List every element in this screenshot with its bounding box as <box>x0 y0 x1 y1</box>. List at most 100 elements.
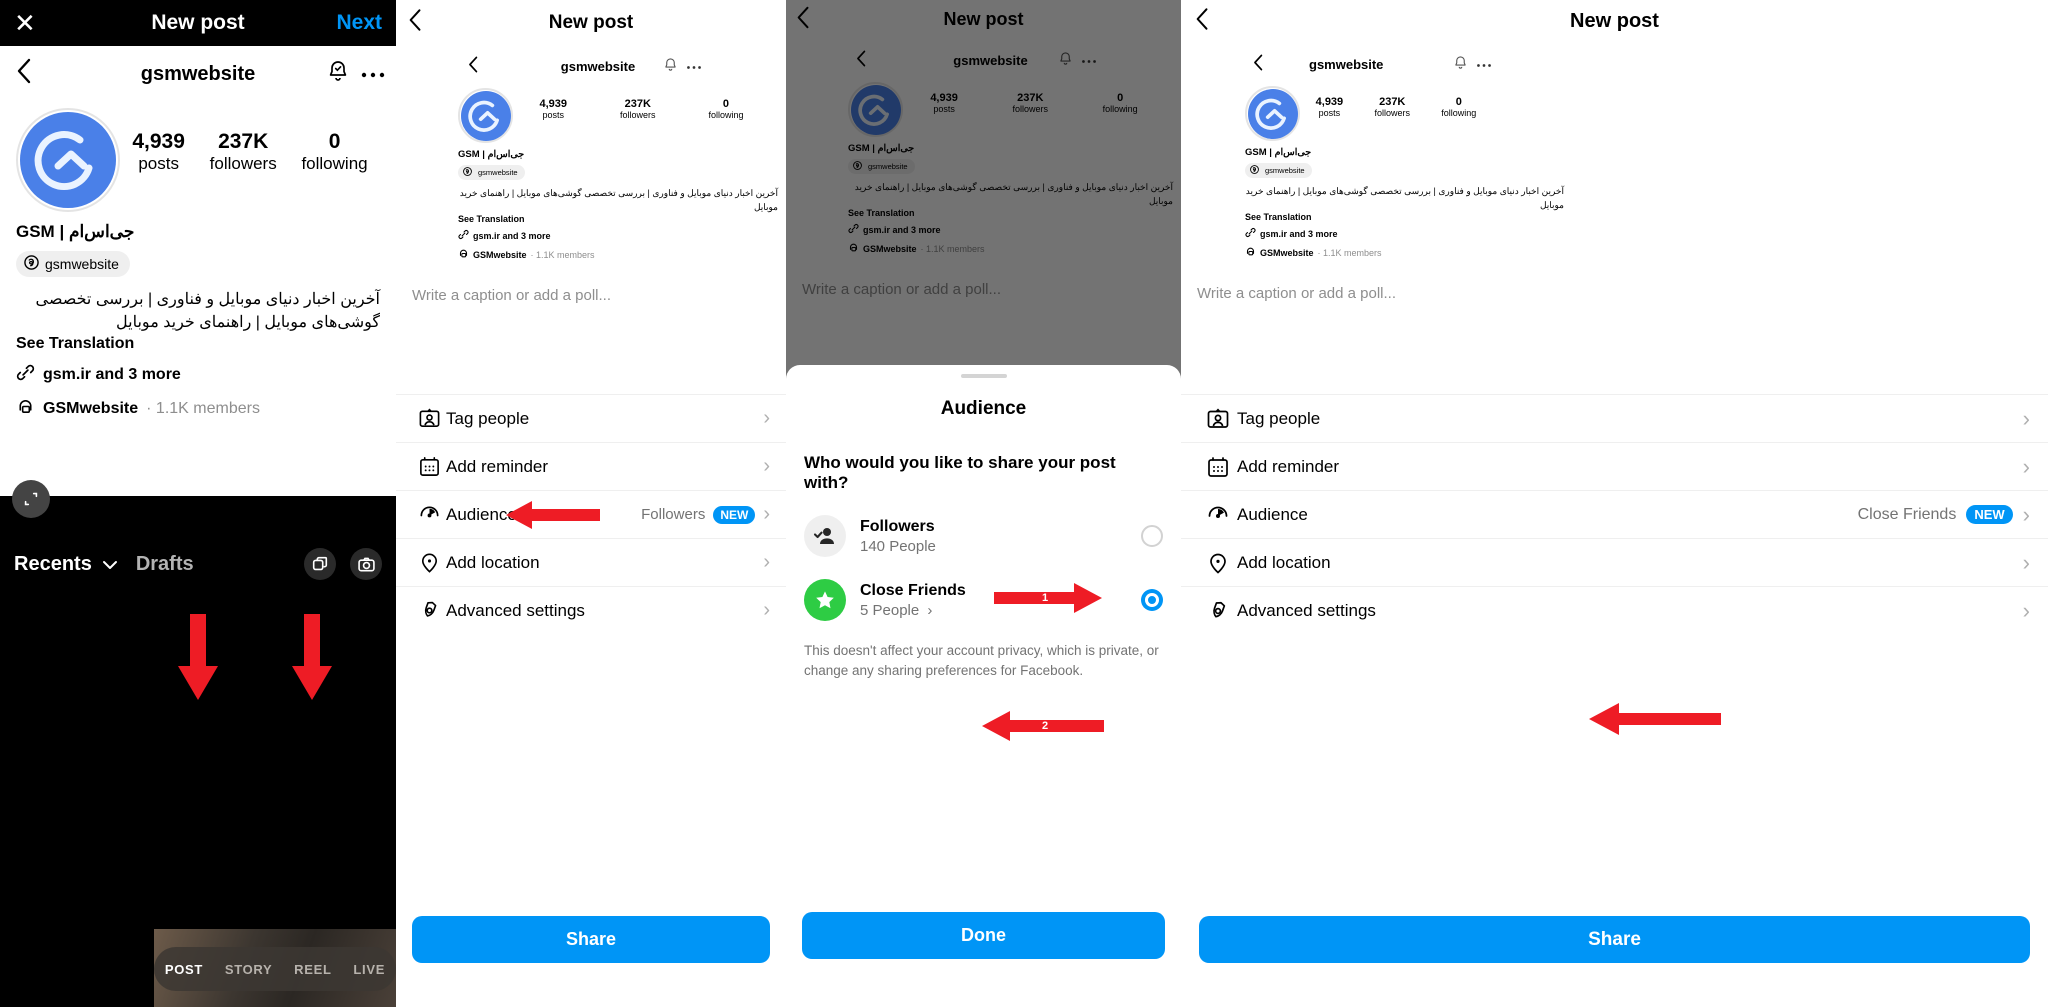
option-label: Add reminder <box>446 456 549 476</box>
channel-members: · 1.1K members <box>530 249 595 260</box>
caption-input[interactable]: Write a caption or add a poll... <box>1181 259 2048 302</box>
broadcast-channel-row[interactable]: GSMwebsite · 1.1K members <box>1245 246 1564 259</box>
profile-header-icons <box>326 59 386 89</box>
notification-bell-icon[interactable] <box>663 57 678 75</box>
sheet-drag-handle[interactable] <box>960 374 1007 378</box>
capture-mode-switcher[interactable]: POST STORY REEL LIVE <box>154 947 396 991</box>
annotation-arrow-down-reel <box>292 614 332 700</box>
stat-posts[interactable]: 4,939 posts <box>1316 96 1344 118</box>
followers-icon <box>804 515 846 557</box>
camera-icon[interactable] <box>350 548 382 580</box>
option-tag-people[interactable]: Tag people › <box>1181 394 2048 442</box>
expand-crop-icon[interactable] <box>12 480 50 518</box>
done-button[interactable]: Done <box>802 912 1165 959</box>
back-chevron-icon[interactable] <box>468 55 479 77</box>
share-button[interactable]: Share <box>1199 916 2030 963</box>
mode-reel[interactable]: REEL <box>294 962 331 977</box>
see-translation-link[interactable]: See Translation <box>458 214 778 224</box>
back-chevron-icon[interactable] <box>1195 5 1210 38</box>
camera-roll-actions <box>304 548 382 580</box>
chevron-right-icon: › <box>2022 405 2030 431</box>
stat-following[interactable]: 0 following <box>301 130 367 174</box>
audience-option-close-friends[interactable]: Close Friends 5 People › <box>786 557 1181 621</box>
option-tag-people[interactable]: Tag people › <box>396 394 786 442</box>
mode-post[interactable]: POST <box>165 962 203 977</box>
chevron-down-icon[interactable] <box>102 553 118 576</box>
audience-option-followers[interactable]: Followers 140 People <box>786 493 1181 557</box>
more-options-icon[interactable] <box>1476 57 1492 72</box>
sheet-question: Who would you like to share your post wi… <box>804 453 1116 492</box>
option-audience[interactable]: Audience Followers NEW › <box>396 490 786 538</box>
close-icon[interactable]: ✕ <box>14 10 36 36</box>
share-button[interactable]: Share <box>412 916 770 963</box>
threads-badge[interactable]: gsmwebsite <box>16 251 130 277</box>
option-value: Followers <box>641 506 706 523</box>
profile-links[interactable]: gsm.ir and 3 more <box>1245 227 1564 240</box>
radio-followers[interactable] <box>1141 525 1163 547</box>
stat-posts[interactable]: 4,939 posts <box>539 98 567 120</box>
next-button[interactable]: Next <box>336 11 382 35</box>
stat-following[interactable]: 0 following <box>708 98 743 120</box>
see-translation-link[interactable]: See Translation <box>1245 212 1564 222</box>
chevron-right-icon[interactable]: › <box>927 602 932 619</box>
threads-badge[interactable]: gsmwebsite <box>1245 163 1312 178</box>
option-label: Tag people <box>446 408 530 428</box>
option-add-reminder[interactable]: Add reminder › <box>396 442 786 490</box>
option-advanced-settings[interactable]: Advanced settings › <box>1181 586 2048 634</box>
option-advanced-settings[interactable]: Advanced settings › <box>396 586 786 634</box>
option-add-location[interactable]: Add location › <box>396 538 786 586</box>
threads-icon <box>463 167 472 178</box>
profile-username: gsmwebsite <box>560 58 636 74</box>
chevron-right-icon: › <box>763 551 770 573</box>
back-chevron-icon[interactable] <box>408 7 423 39</box>
tag-people-icon <box>1199 407 1237 431</box>
profile-header: gsmwebsite <box>0 46 396 102</box>
avatar[interactable] <box>458 88 513 143</box>
broadcast-channel-row[interactable]: GSMwebsite · 1.1K members <box>458 248 778 261</box>
avatar[interactable] <box>1245 86 1300 141</box>
mode-story[interactable]: STORY <box>225 962 273 977</box>
avatar[interactable] <box>16 108 120 212</box>
threads-badge[interactable]: gsmwebsite <box>458 165 525 180</box>
location-pin-icon <box>1199 551 1237 575</box>
radio-close-friends[interactable] <box>1141 589 1163 611</box>
audience-icon <box>412 503 446 526</box>
profile-links[interactable]: gsm.ir and 3 more <box>16 363 380 387</box>
profile-header-icons <box>1453 55 1492 73</box>
stat-followers[interactable]: 237K followers <box>620 98 656 120</box>
more-options-icon[interactable] <box>360 63 386 86</box>
annotation-step-2: 2 <box>1042 720 1049 732</box>
screenshot-strip: ✕ New post Next gsmwebsite 4,939 posts 2… <box>0 0 2048 1007</box>
drafts-label[interactable]: Drafts <box>136 553 194 576</box>
profile-header: gsmwebsite <box>1181 44 2048 84</box>
profile-stats-row: 4,939 posts 237K followers 0 following <box>0 102 396 212</box>
back-chevron-icon[interactable] <box>1253 53 1264 75</box>
link-icon <box>1245 227 1256 240</box>
audience-bottom-sheet: Audience Who would you like to share you… <box>786 365 1181 1007</box>
option-add-reminder[interactable]: Add reminder › <box>1181 442 2048 490</box>
stat-followers[interactable]: 237K followers <box>1374 96 1410 118</box>
mode-live[interactable]: LIVE <box>353 962 385 977</box>
stat-following[interactable]: 0 following <box>1441 96 1476 118</box>
chevron-right-icon: › <box>2022 597 2030 623</box>
chevron-right-icon: › <box>2022 549 2030 575</box>
profile-links[interactable]: gsm.ir and 3 more <box>458 229 778 242</box>
stat-followers[interactable]: 237K followers <box>210 130 277 174</box>
caption-input[interactable]: Write a caption or add a poll... <box>396 261 786 304</box>
option-audience[interactable]: Audience Close Friends NEW › <box>1181 490 2048 538</box>
location-pin-icon <box>412 551 446 574</box>
panel-new-post-gallery: ✕ New post Next gsmwebsite 4,939 posts 2… <box>0 0 396 1007</box>
notification-bell-icon[interactable] <box>326 59 350 89</box>
broadcast-channel-row[interactable]: GSMwebsite · 1.1K members <box>16 397 380 421</box>
option-add-location[interactable]: Add location › <box>1181 538 2048 586</box>
panel4-profile-preview: gsmwebsite 4,939 posts 237K followers 0 … <box>1181 44 2048 259</box>
stat-posts[interactable]: 4,939 posts <box>132 130 185 174</box>
recents-label[interactable]: Recents <box>14 553 92 576</box>
see-translation-link[interactable]: See Translation <box>16 335 380 353</box>
multi-select-icon[interactable] <box>304 548 336 580</box>
more-options-icon[interactable] <box>686 59 702 74</box>
back-chevron-icon[interactable] <box>16 57 33 91</box>
profile-stats-row: 4,939 posts 237K followers 0 following <box>1181 84 2048 141</box>
panel-new-post-details: New post gsmwebsite 4,939 posts 237K fol… <box>396 0 786 1007</box>
notification-bell-icon[interactable] <box>1453 55 1468 73</box>
